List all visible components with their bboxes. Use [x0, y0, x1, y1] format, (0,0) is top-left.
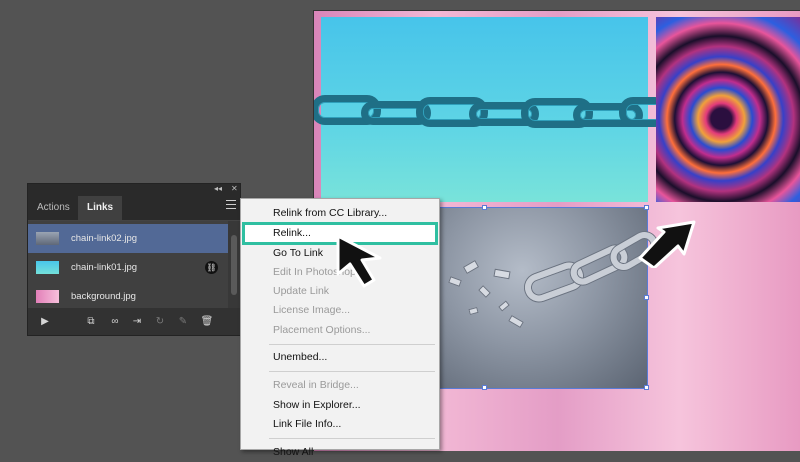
chain-link02-image[interactable] — [438, 207, 663, 389]
chain-shard — [468, 306, 479, 316]
menu-item-relink-from-cc-library[interactable]: Relink from CC Library... — [241, 203, 439, 223]
menu-separator — [269, 371, 435, 372]
links-list: chain-link02.jpg chain-link01.jpg ⛓ back… — [28, 221, 228, 308]
selection-handle[interactable] — [644, 205, 649, 210]
panel-titlebar[interactable]: ◂◂ ✕ — [28, 184, 240, 194]
relink-from-library-icon[interactable]: ⧉ — [84, 315, 98, 329]
selection-handle[interactable] — [482, 385, 487, 390]
menu-item-unembed[interactable]: Unembed... — [241, 347, 439, 367]
menu-item-reveal-in-bridge[interactable]: Reveal in Bridge... — [241, 375, 439, 395]
tab-links[interactable]: Links — [78, 196, 123, 220]
panel-menu-icon[interactable] — [226, 200, 236, 209]
link-thumbnail — [36, 290, 59, 303]
menu-item-link-file-info[interactable]: Link File Info... — [241, 414, 439, 434]
menu-item-license-image[interactable]: License Image... — [241, 300, 439, 320]
collapse-icon[interactable]: ◂◂ — [214, 184, 222, 194]
go-to-link-icon[interactable]: ⇥ — [130, 315, 144, 329]
chain-shard — [498, 300, 510, 312]
chain-shard — [493, 268, 511, 280]
menu-separator — [269, 344, 435, 345]
panel-tabs: Actions Links — [28, 194, 240, 221]
chain-link01-image[interactable] — [314, 17, 669, 202]
edit-original-icon[interactable]: ✎ — [176, 315, 190, 329]
selection-handle[interactable] — [644, 385, 649, 390]
link-icon: ⛓ — [205, 261, 218, 274]
chain-shard — [508, 314, 524, 329]
links-panel: ◂◂ ✕ Actions Links chain-link02.jpg chai… — [27, 183, 241, 336]
play-icon[interactable]: ▶ — [38, 315, 52, 329]
menu-separator — [269, 438, 435, 439]
link-row[interactable]: chain-link02.jpg — [28, 224, 228, 253]
swirl-image[interactable] — [656, 17, 800, 202]
mouse-pointer-icon — [336, 234, 382, 288]
link-row[interactable]: chain-link01.jpg ⛓ — [28, 253, 228, 282]
chain-shard — [448, 276, 462, 287]
links-toolbar: ▶ ⧉ ∞ ⇥ ↻ ✎ 🗑 — [28, 311, 240, 335]
link-row[interactable]: background.jpg — [28, 282, 228, 311]
menu-item-placement-options[interactable]: Placement Options... — [241, 320, 439, 340]
menu-item-show-all[interactable]: Show All — [241, 442, 439, 462]
delete-icon[interactable]: 🗑 — [200, 315, 214, 329]
link-name: background.jpg — [71, 291, 136, 302]
chain-shard — [462, 260, 480, 274]
link-name: chain-link01.jpg — [71, 262, 138, 273]
selection-handle[interactable] — [644, 295, 649, 300]
link-thumbnail — [36, 232, 59, 245]
link-thumbnail — [36, 261, 59, 274]
links-scrollbar[interactable] — [228, 221, 240, 308]
link-name: chain-link02.jpg — [71, 233, 138, 244]
annotation-arrow-icon — [638, 220, 696, 268]
close-icon[interactable]: ✕ — [231, 184, 238, 194]
selection-handle[interactable] — [482, 205, 487, 210]
menu-item-show-in-explorer[interactable]: Show in Explorer... — [241, 395, 439, 415]
update-link-icon[interactable]: ↻ — [153, 315, 167, 329]
scrollbar-thumb[interactable] — [231, 235, 237, 295]
tab-actions[interactable]: Actions — [28, 196, 79, 220]
relink-icon[interactable]: ∞ — [108, 315, 122, 329]
chain-shard — [478, 285, 491, 298]
